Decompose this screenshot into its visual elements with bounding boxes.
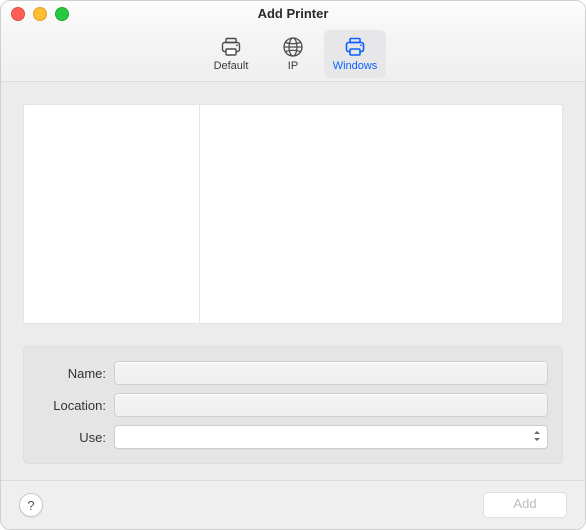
tab-default[interactable]: Default xyxy=(200,30,262,78)
window-title: Add Printer xyxy=(1,6,585,21)
tab-label: Default xyxy=(214,60,249,72)
row-use: Use: xyxy=(34,425,548,449)
printer-windows-icon xyxy=(343,36,367,58)
name-field[interactable] xyxy=(114,361,548,385)
use-label: Use: xyxy=(34,430,106,445)
titlebar: Add Printer xyxy=(1,1,585,27)
toolbar: Default IP xyxy=(1,27,585,82)
printer-details-form: Name: Location: Use: xyxy=(23,346,563,464)
add-button[interactable]: Add xyxy=(483,492,567,518)
location-field[interactable] xyxy=(114,393,548,417)
workgroup-list[interactable] xyxy=(24,105,200,323)
help-button[interactable]: ? xyxy=(19,493,43,517)
row-location: Location: xyxy=(34,393,548,417)
location-label: Location: xyxy=(34,398,106,413)
tab-ip[interactable]: IP xyxy=(262,30,324,78)
content-area: Name: Location: Use: xyxy=(1,82,585,480)
row-name: Name: xyxy=(34,361,548,385)
tab-group: Default IP xyxy=(200,30,386,78)
name-label: Name: xyxy=(34,366,106,381)
tab-label: Windows xyxy=(333,60,378,72)
printer-list[interactable] xyxy=(200,105,562,323)
chevron-up-down-icon xyxy=(533,428,541,444)
tab-label: IP xyxy=(288,60,298,72)
tab-windows[interactable]: Windows xyxy=(324,30,386,78)
browser-panes xyxy=(23,104,563,324)
use-select[interactable] xyxy=(114,425,548,449)
globe-icon xyxy=(281,36,305,58)
printer-icon xyxy=(219,36,243,58)
add-printer-window: Add Printer Default xyxy=(0,0,586,530)
footer: ? Add xyxy=(1,480,585,529)
